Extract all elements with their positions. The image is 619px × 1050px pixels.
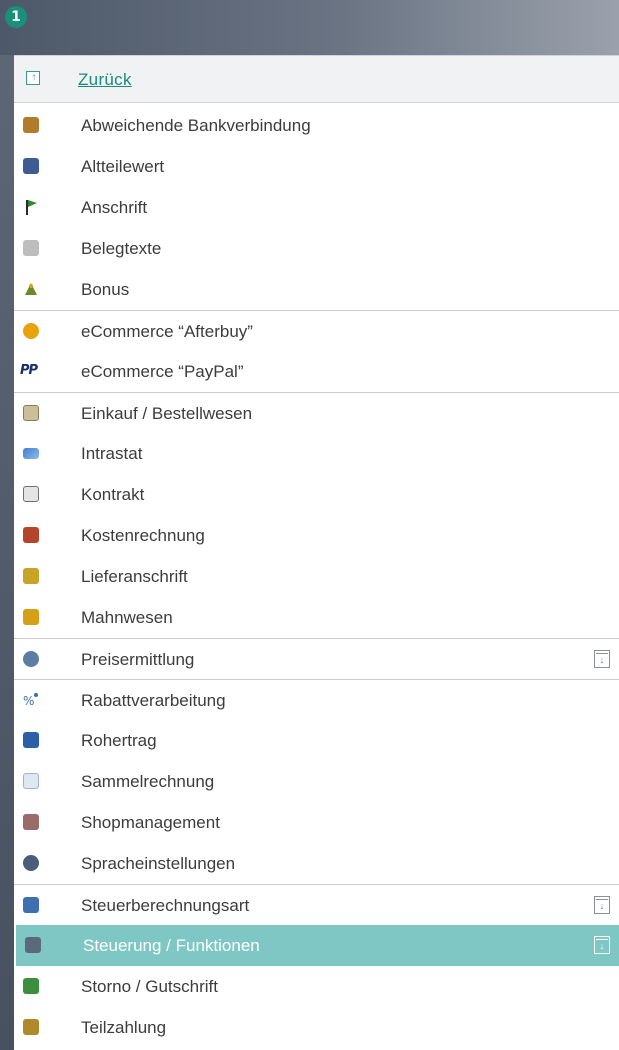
- menu-item-shopmanagement[interactable]: Shopmanagement: [14, 802, 619, 843]
- menu-item-label: Shopmanagement: [81, 813, 220, 832]
- expand-down-icon[interactable]: ↓: [594, 936, 610, 954]
- parts-value-icon: [23, 158, 39, 174]
- menu-item-label: Anschrift: [81, 198, 148, 217]
- menu-item-mahnwesen[interactable]: Mahnwesen: [14, 597, 619, 638]
- expand-down-icon[interactable]: ↓: [594, 650, 610, 668]
- menu-item-label: Intrastat: [81, 444, 143, 463]
- menu-list: Abweichende Bankverbindung Altteilewert …: [14, 105, 619, 1048]
- contract-icon: [23, 486, 39, 502]
- back-up-icon: ↑: [26, 71, 40, 85]
- menu-item-intrastat[interactable]: Intrastat: [14, 433, 619, 474]
- menu-item-rohertrag[interactable]: Rohertrag: [14, 720, 619, 761]
- header-bar: 1: [0, 0, 619, 55]
- menu-item-label: Steuerung / Funktionen: [83, 936, 260, 955]
- menu-item-kostenrechnung[interactable]: Kostenrechnung: [14, 515, 619, 556]
- menu-item-sammelrechnung[interactable]: Sammelrechnung: [14, 761, 619, 802]
- afterbuy-icon: [23, 323, 39, 339]
- intrastat-icon: [23, 448, 39, 459]
- menu-item-label: Rohertrag: [81, 731, 157, 750]
- credit-note-icon: [23, 978, 39, 994]
- paypal-icon: PP: [20, 363, 38, 378]
- document-text-icon: [23, 240, 39, 256]
- menu-item-label: Rabattverarbeitung: [81, 691, 226, 710]
- expand-down-icon[interactable]: ↓: [594, 896, 610, 914]
- menu-item-label: Spracheinstellungen: [81, 854, 236, 873]
- back-link[interactable]: Zurück: [78, 70, 132, 90]
- language-icon: [23, 855, 39, 871]
- dunning-icon: [23, 609, 39, 625]
- menu-panel: ↑ Zurück Abweichende Bankverbindung Altt…: [14, 55, 619, 1050]
- price-determination-icon: [23, 651, 39, 667]
- bank-icon: [23, 117, 39, 133]
- discount-icon: %: [23, 692, 39, 708]
- menu-item-label: Bonus: [81, 280, 130, 299]
- menu-item-label: Belegtexte: [81, 239, 162, 258]
- menu-item-label: Abweichende Bankverbindung: [81, 116, 311, 135]
- collective-invoice-icon: [23, 773, 39, 789]
- menu-item-einkauf-bestellwesen[interactable]: Einkauf / Bestellwesen: [14, 392, 619, 433]
- menu-item-storno-gutschrift[interactable]: Storno / Gutschrift: [14, 966, 619, 1007]
- menu-item-ecommerce-afterbuy[interactable]: eCommerce “Afterbuy”: [14, 310, 619, 351]
- menu-item-label: Mahnwesen: [81, 608, 173, 627]
- menu-item-anschrift[interactable]: Anschrift: [14, 187, 619, 228]
- shop-icon: [23, 814, 39, 830]
- cost-accounting-icon: [23, 527, 39, 543]
- svg-text:%: %: [23, 694, 34, 708]
- menu-item-label: Storno / Gutschrift: [81, 977, 218, 996]
- left-edge: [0, 55, 14, 1050]
- menu-item-preisermittlung[interactable]: Preisermittlung ↓: [14, 638, 619, 679]
- step-badge: 1: [5, 6, 27, 28]
- menu-item-kontrakt[interactable]: Kontrakt: [14, 474, 619, 515]
- menu-item-lieferanschrift[interactable]: Lieferanschrift: [14, 556, 619, 597]
- menu-item-teilzahlung[interactable]: Teilzahlung: [14, 1007, 619, 1048]
- menu-item-label: Steuerberechnungsart: [81, 896, 250, 915]
- clipboard-icon: [23, 405, 39, 421]
- menu-item-steuerberechnungsart[interactable]: Steuerberechnungsart ↓: [14, 884, 619, 925]
- menu-item-label: eCommerce “PayPal”: [81, 362, 244, 381]
- menu-item-label: Einkauf / Bestellwesen: [81, 404, 253, 423]
- menu-item-altteilewert[interactable]: Altteilewert: [14, 146, 619, 187]
- control-functions-icon: [25, 937, 41, 953]
- menu-item-label: Preisermittlung: [81, 650, 195, 669]
- menu-item-steuerung-funktionen[interactable]: Steuerung / Funktionen ↓: [16, 925, 619, 966]
- back-row[interactable]: ↑ Zurück: [14, 55, 619, 103]
- bonus-icon: [23, 281, 39, 297]
- tax-calculation-icon: [23, 897, 39, 913]
- menu-item-rabattverarbeitung[interactable]: % Rabattverarbeitung: [14, 679, 619, 720]
- menu-item-spracheinstellungen[interactable]: Spracheinstellungen: [14, 843, 619, 884]
- menu-item-label: Teilzahlung: [81, 1018, 167, 1037]
- menu-item-abweichende-bankverbindung[interactable]: Abweichende Bankverbindung: [14, 105, 619, 146]
- menu-item-label: Kontrakt: [81, 485, 145, 504]
- menu-item-bonus[interactable]: Bonus: [14, 269, 619, 310]
- menu-item-label: eCommerce “Afterbuy”: [81, 322, 253, 341]
- menu-item-ecommerce-paypal[interactable]: PP eCommerce “PayPal”: [14, 351, 619, 392]
- menu-item-label: Sammelrechnung: [81, 772, 215, 791]
- menu-item-belegtexte[interactable]: Belegtexte: [14, 228, 619, 269]
- menu-item-label: Lieferanschrift: [81, 567, 188, 586]
- menu-item-label: Altteilewert: [81, 157, 165, 176]
- delivery-address-icon: [23, 568, 39, 584]
- flag-icon: [23, 199, 39, 215]
- gross-profit-icon: [23, 732, 39, 748]
- menu-item-label: Kostenrechnung: [81, 526, 205, 545]
- installment-icon: [23, 1019, 39, 1035]
